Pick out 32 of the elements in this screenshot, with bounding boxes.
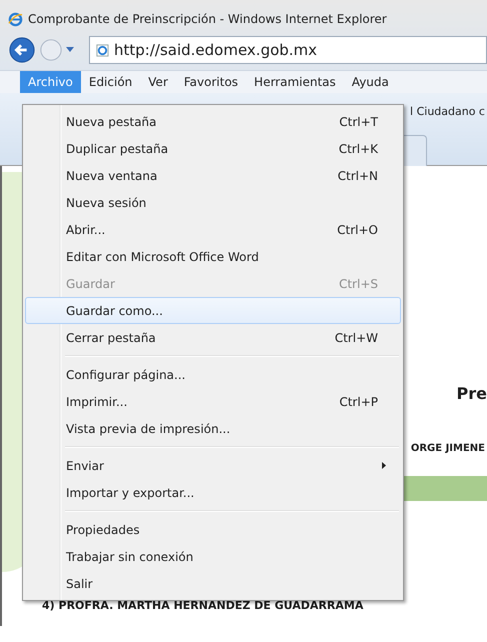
menu-item[interactable]: Nueva pestaña Ctrl+T — [25, 108, 401, 135]
menu-item[interactable]: Nueva ventana Ctrl+N — [25, 162, 401, 189]
menu-item[interactable]: Propiedades — [25, 516, 401, 543]
menu-item[interactable]: Configurar página... — [25, 361, 401, 388]
menu-item[interactable]: Vista previa de impresión... — [25, 415, 401, 442]
menu-bar-item[interactable]: Herramientas — [246, 71, 344, 93]
page-heading: Pre — [456, 384, 487, 403]
menu-bar-item[interactable]: Favoritos — [176, 71, 246, 93]
menu-item[interactable]: Imprimir... Ctrl+P — [25, 388, 401, 415]
menu-item[interactable]: Salir — [25, 570, 401, 597]
list-item-text: 4) PROFRA. MARTHA HERNANDEZ DE GUADARRAMA — [42, 599, 364, 612]
menu-item[interactable]: Trabajar sin conexión — [25, 543, 401, 570]
menu-bar-item[interactable]: Ver — [140, 71, 176, 93]
dropdown-caret-icon[interactable] — [66, 47, 74, 53]
menu-item[interactable]: Importar y exportar... — [25, 479, 401, 506]
menu-item[interactable]: Duplicar pestaña Ctrl+K — [25, 135, 401, 162]
menu-item[interactable]: Editar con Microsoft Office Word — [25, 243, 401, 270]
menu-item[interactable]: Abrir... Ctrl+O — [25, 216, 401, 243]
menu-item[interactable]: Guardar como... — [25, 297, 401, 324]
browser-logo-icon — [8, 12, 23, 26]
menu-bar-item[interactable]: Edición — [80, 71, 140, 93]
page-icon — [96, 44, 109, 56]
menu-bar-item[interactable]: Ayuda — [344, 71, 397, 93]
name-text: ORGE JIMENE — [410, 443, 485, 454]
menu-item[interactable]: Enviar — [25, 452, 401, 479]
submenu-arrow-icon — [382, 462, 386, 469]
tab-title[interactable]: l Ciudadano c — [410, 105, 485, 118]
menu-item[interactable]: Nueva sesión — [25, 189, 401, 216]
window-title: Comprobante de Preinscripción - Windows Internet Explorer — [28, 12, 387, 26]
back-button[interactable] — [8, 36, 36, 64]
menu-item[interactable]: Cerrar pestaña Ctrl+W — [25, 324, 401, 351]
address-field[interactable]: http://said.edomex.gob.mx — [89, 36, 487, 64]
